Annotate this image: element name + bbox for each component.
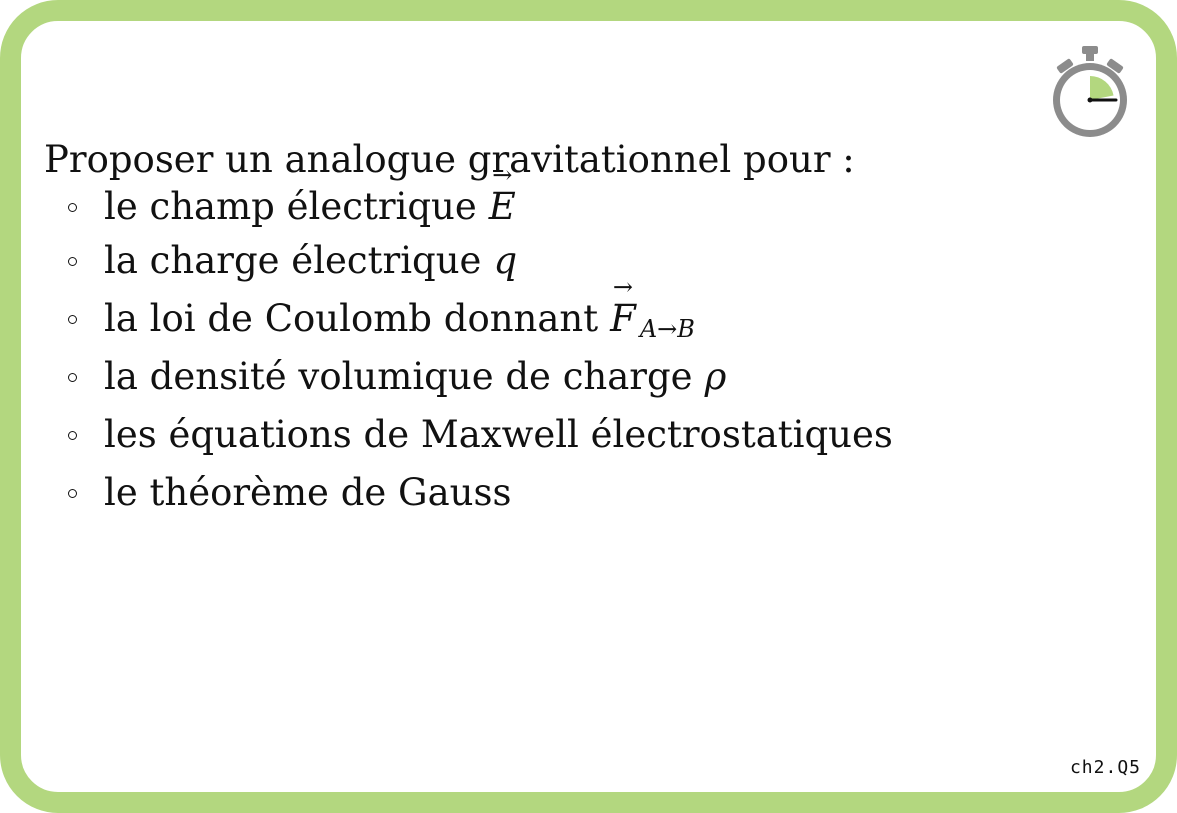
card-id-label: ch2.Q5: [1069, 757, 1141, 778]
bullet-icon: [68, 257, 77, 267]
bullet-icon: [68, 203, 77, 213]
list-item: la densité volumique de charge ρ: [44, 348, 893, 406]
item-text: le théorème de Gauss: [104, 471, 512, 515]
math-symbol: ρ: [704, 355, 727, 399]
stopwatch-icon: [1053, 46, 1127, 137]
list-item: les équations de Maxwell électrostatique…: [44, 406, 893, 464]
question-body: Proposer un analogue gravitationnel pour…: [44, 138, 893, 522]
item-list: le champ électrique → E la charge électri…: [44, 161, 893, 522]
list-item: la charge électrique q: [44, 232, 893, 290]
bullet-icon: [68, 431, 77, 441]
stopwatch-hub: [1087, 97, 1093, 103]
item-text: la densité volumique de charge: [104, 355, 693, 399]
item-text: les équations de Maxwell électrostatique…: [104, 413, 893, 457]
item-text: la loi de Coulomb donnant: [104, 297, 599, 341]
bullet-icon: [68, 489, 77, 499]
stopwatch-crown: [1082, 46, 1098, 54]
vector-symbol: → F: [610, 273, 636, 341]
vector-symbol: → E: [488, 161, 516, 229]
list-item: le champ électrique → E: [44, 161, 893, 232]
vector-arrow-icon: →: [492, 161, 513, 190]
bullet-icon: [68, 373, 77, 383]
math-subscript: A→B: [639, 314, 695, 343]
list-item: le théorème de Gauss: [44, 464, 893, 522]
vector-arrow-icon: →: [612, 273, 634, 302]
math-symbol: q: [493, 239, 518, 283]
bullet-icon: [68, 315, 77, 325]
item-text: la charge électrique: [104, 239, 482, 283]
list-item: la loi de Coulomb donnant → F A→B: [44, 273, 893, 348]
stopwatch-stem: [1086, 53, 1094, 61]
item-text: le champ électrique: [104, 185, 477, 229]
question-prompt: Proposer un analogue gravitationnel pour…: [44, 138, 855, 181]
